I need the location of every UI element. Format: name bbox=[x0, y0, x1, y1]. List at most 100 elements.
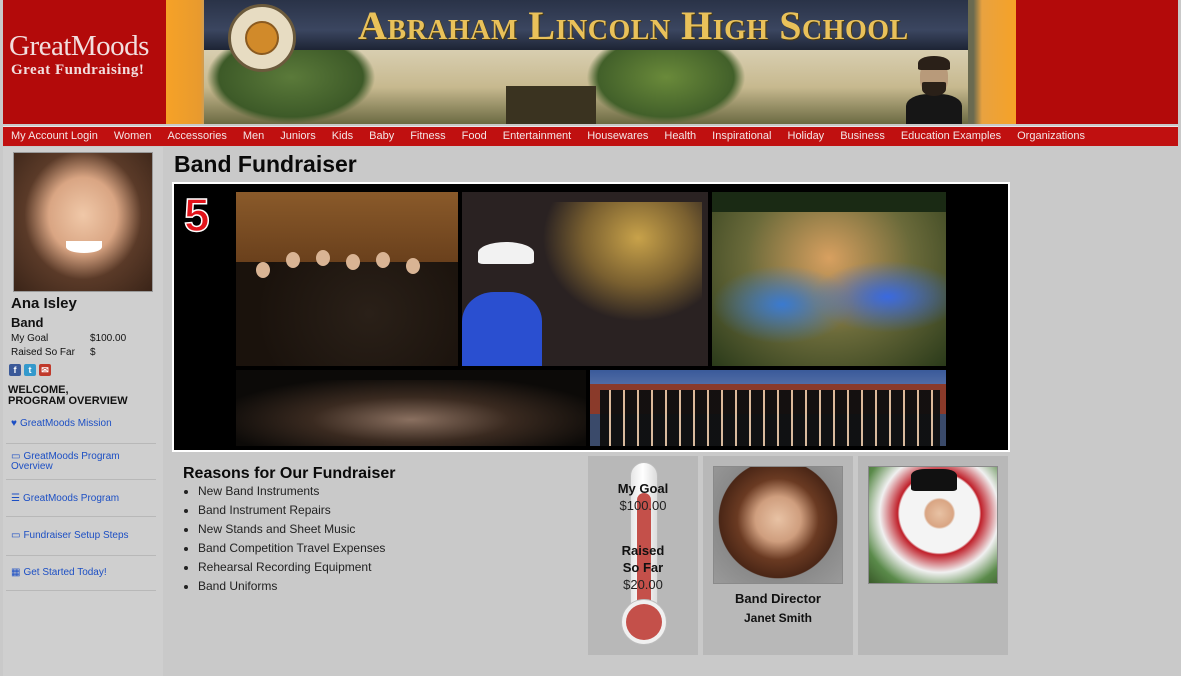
band-member-card bbox=[858, 456, 1008, 655]
school-name: Abraham Lincoln High School bbox=[358, 3, 909, 48]
list-item: Band Competition Travel Expenses bbox=[198, 541, 385, 560]
nav-fitness[interactable]: Fitness bbox=[402, 127, 453, 146]
reasons-heading: Reasons for Our Fundraiser bbox=[183, 465, 396, 482]
facebook-icon[interactable]: f bbox=[9, 364, 21, 376]
page-title: Band Fundraiser bbox=[174, 151, 357, 177]
divider bbox=[6, 555, 156, 556]
sidebar-link-program-overview[interactable]: ▭ GreatMoods Program Overview bbox=[11, 452, 155, 472]
school-banner: Abraham Lincoln High School bbox=[166, 0, 1016, 124]
list-item: New Band Instruments bbox=[198, 484, 385, 503]
musician-face bbox=[256, 262, 270, 278]
calendar-icon: ▦ bbox=[11, 567, 21, 578]
nav-housewares[interactable]: Housewares bbox=[579, 127, 656, 146]
seal-emblem bbox=[245, 21, 279, 55]
white-hat bbox=[478, 242, 534, 264]
sidebar-link-program[interactable]: ☰ GreatMoods Program bbox=[11, 494, 155, 504]
avatar bbox=[13, 152, 153, 292]
nav-organizations[interactable]: Organizations bbox=[1009, 127, 1093, 146]
concert-band-photo bbox=[236, 370, 586, 446]
thermo-goal-label: My Goal bbox=[617, 481, 669, 496]
nav-holiday[interactable]: Holiday bbox=[780, 127, 833, 146]
twitter-icon[interactable]: t bbox=[24, 364, 36, 376]
sidebar: Ana Isley Band My Goal $100.00 Raised So… bbox=[3, 147, 163, 676]
raised-label: Raised So Far bbox=[11, 347, 75, 358]
header: GreatMoods Great Fundraising! Abraham Li… bbox=[0, 0, 1181, 126]
pep-band-photo bbox=[712, 192, 946, 366]
reasons-list: New Band Instruments Band Instrument Rep… bbox=[198, 484, 385, 598]
program-overview-line: PROGRAM OVERVIEW bbox=[8, 395, 128, 407]
director-photo bbox=[713, 466, 843, 584]
profile-name: Ana Isley bbox=[11, 295, 77, 312]
band-crowd bbox=[712, 212, 946, 366]
logo-tagline: Great Fundraising! bbox=[11, 62, 145, 78]
nav-business[interactable]: Business bbox=[832, 127, 893, 146]
orchestra-photo bbox=[236, 192, 458, 366]
musician-face bbox=[376, 252, 390, 268]
thermo-raised-label-2: So Far bbox=[622, 560, 664, 575]
sidebar-link-label: GreatMoods Program bbox=[22, 493, 120, 504]
list-item: Band Instrument Repairs bbox=[198, 503, 385, 522]
nav-education-examples[interactable]: Education Examples bbox=[893, 127, 1009, 146]
band-director-card: Band Director Janet Smith bbox=[703, 456, 853, 655]
choir-members bbox=[600, 390, 940, 446]
raised-value: $ bbox=[90, 347, 96, 358]
nav-juniors[interactable]: Juniors bbox=[272, 127, 323, 146]
tree-image bbox=[206, 46, 376, 124]
stage-wall bbox=[236, 192, 458, 262]
lincoln-beard bbox=[922, 82, 946, 96]
monitor-icon: ▭ bbox=[11, 530, 21, 541]
logo-main-text: GreatMoods bbox=[9, 30, 149, 62]
nav-baby[interactable]: Baby bbox=[361, 127, 402, 146]
choir-group-photo bbox=[590, 370, 946, 446]
list-item: Band Uniforms bbox=[198, 579, 385, 598]
trombones bbox=[542, 202, 702, 322]
divider bbox=[6, 443, 156, 444]
tree-image bbox=[586, 46, 746, 124]
raised-row: Raised So Far $ bbox=[11, 347, 96, 358]
director-title: Band Director bbox=[735, 591, 821, 606]
nav-accessories[interactable]: Accessories bbox=[160, 127, 235, 146]
nav-food[interactable]: Food bbox=[454, 127, 495, 146]
fundraising-thermometer: My Goal $100.00 Raised So Far $20.00 bbox=[588, 456, 698, 655]
lincoln-coat bbox=[906, 94, 962, 124]
musician-face bbox=[316, 250, 330, 266]
musician-face bbox=[406, 258, 420, 274]
goal-value: $100.00 bbox=[90, 333, 127, 344]
divider bbox=[6, 479, 156, 480]
social-links: f t ✉ bbox=[9, 364, 51, 376]
heart-icon: ♥ bbox=[11, 418, 17, 429]
musician-face bbox=[346, 254, 360, 270]
nav-kids[interactable]: Kids bbox=[324, 127, 361, 146]
sidebar-link-mission[interactable]: ♥ GreatMoods Mission bbox=[11, 419, 155, 429]
sidebar-link-label: GreatMoods Program Overview bbox=[11, 451, 120, 472]
school-seal bbox=[228, 4, 296, 72]
list-icon: ☰ bbox=[11, 493, 20, 504]
nav-inspirational[interactable]: Inspirational bbox=[704, 127, 779, 146]
shako-hat bbox=[911, 469, 957, 491]
nav-women[interactable]: Women bbox=[106, 127, 160, 146]
thermo-raised-value: $20.00 bbox=[623, 577, 663, 592]
divider bbox=[6, 516, 156, 517]
email-icon[interactable]: ✉ bbox=[39, 364, 51, 376]
list-item: Rehearsal Recording Equipment bbox=[198, 560, 385, 579]
nav-entertainment[interactable]: Entertainment bbox=[495, 127, 579, 146]
goal-label: My Goal bbox=[11, 333, 49, 344]
nav-men[interactable]: Men bbox=[235, 127, 272, 146]
sidebar-link-setup-steps[interactable]: ▭ Fundraiser Setup Steps bbox=[11, 531, 155, 541]
goal-row: My Goal $100.00 bbox=[11, 333, 126, 344]
concert-stage bbox=[236, 380, 586, 446]
sidebar-link-get-started[interactable]: ▦ Get Started Today! bbox=[11, 568, 155, 578]
divider bbox=[6, 590, 156, 591]
welcome-heading: WELCOME, PROGRAM OVERVIEW bbox=[8, 385, 128, 407]
sidebar-link-label: Get Started Today! bbox=[23, 567, 107, 578]
nav-health[interactable]: Health bbox=[656, 127, 704, 146]
thermometer-bulb bbox=[621, 599, 667, 645]
thermo-raised-label: Raised bbox=[621, 543, 665, 558]
band-photo-collage: 5 bbox=[172, 182, 1010, 452]
profile-group: Band bbox=[11, 315, 44, 330]
nav-my-account-login[interactable]: My Account Login bbox=[3, 127, 106, 146]
director-name: Janet Smith bbox=[743, 611, 812, 625]
banner-title-bar: Abraham Lincoln High School bbox=[204, 0, 968, 50]
category-nav: My Account Login Women Accessories Men J… bbox=[3, 126, 1178, 146]
greatmoods-logo[interactable]: GreatMoods Great Fundraising! bbox=[3, 0, 166, 124]
